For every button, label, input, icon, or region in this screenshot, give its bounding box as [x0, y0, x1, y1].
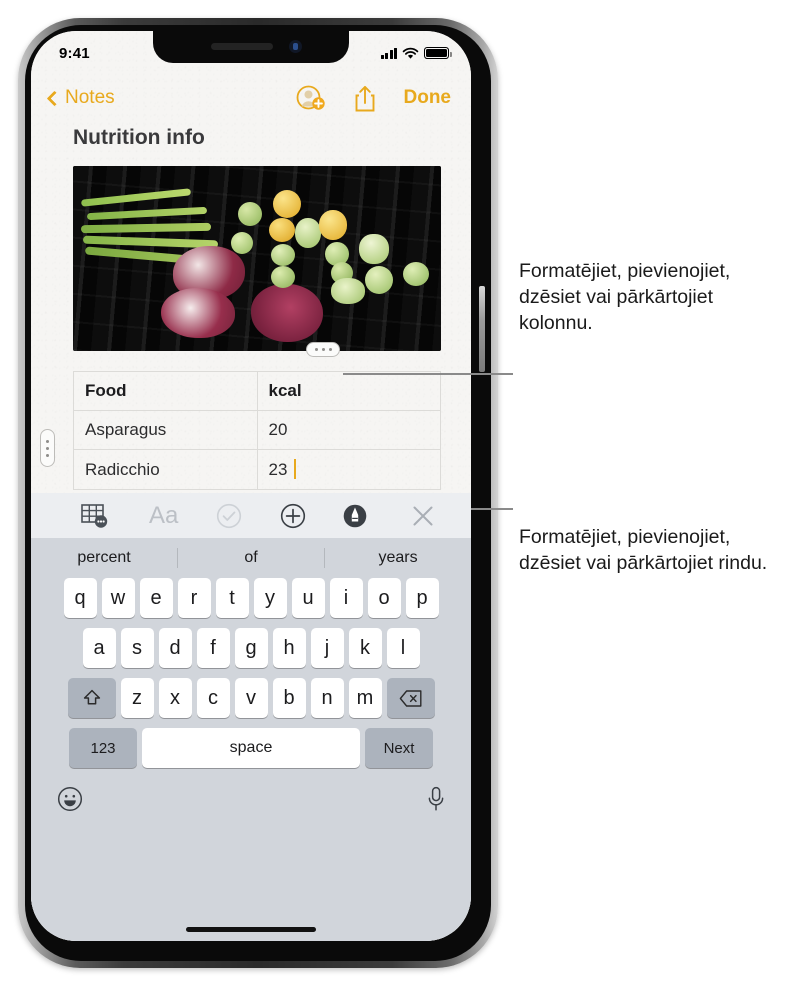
- key-n[interactable]: n: [310, 678, 344, 718]
- key-f[interactable]: f: [196, 628, 230, 668]
- numeric-key[interactable]: 123: [69, 728, 137, 768]
- keyboard-row-4: 123 space Next: [31, 728, 471, 768]
- text-cursor: [294, 459, 297, 479]
- keyboard-row-2: a s d f g h j k l: [31, 628, 471, 668]
- add-person-icon[interactable]: [296, 85, 326, 111]
- keyboard-row-1: q w e r t y u i o p: [31, 578, 471, 618]
- microphone-icon[interactable]: [427, 786, 445, 812]
- key-a[interactable]: a: [82, 628, 116, 668]
- keyboard-row-3: z x c v b n m: [31, 678, 471, 718]
- key-w[interactable]: w: [101, 578, 135, 618]
- table-row[interactable]: Radicchio 23: [73, 449, 441, 490]
- back-label: Notes: [65, 87, 115, 108]
- emoji-smiley-icon[interactable]: [57, 786, 83, 812]
- key-e[interactable]: e: [139, 578, 173, 618]
- key-g[interactable]: g: [234, 628, 268, 668]
- key-o[interactable]: o: [367, 578, 401, 618]
- key-q[interactable]: q: [63, 578, 97, 618]
- front-camera: [289, 40, 302, 53]
- next-key[interactable]: Next: [365, 728, 433, 768]
- back-to-notes-button[interactable]: Notes: [46, 87, 115, 109]
- key-k[interactable]: k: [348, 628, 382, 668]
- text-format-icon[interactable]: Aa: [149, 502, 178, 530]
- row-handle-dots-icon[interactable]: [40, 429, 55, 467]
- markup-pen-icon[interactable]: [342, 503, 368, 529]
- wifi-icon: [402, 47, 419, 59]
- nav-actions: Done: [296, 85, 452, 112]
- cell-value: 23: [268, 460, 288, 479]
- key-m[interactable]: m: [348, 678, 382, 718]
- cell-food-asparagus[interactable]: Asparagus: [73, 410, 258, 450]
- table-header-row: Food kcal: [73, 371, 441, 411]
- key-t[interactable]: t: [215, 578, 249, 618]
- cell-food-radicchio[interactable]: Radicchio: [73, 449, 258, 490]
- callout-row-text: Formatējiet, pievienojiet, dzēsiet vai p…: [519, 526, 768, 574]
- key-v[interactable]: v: [234, 678, 268, 718]
- close-icon[interactable]: [411, 504, 435, 528]
- status-icons: [380, 47, 452, 60]
- key-u[interactable]: u: [291, 578, 325, 618]
- prediction-2[interactable]: of: [178, 549, 324, 567]
- grilled-vegetables-photo[interactable]: [73, 166, 441, 351]
- key-c[interactable]: c: [196, 678, 230, 718]
- key-d[interactable]: d: [158, 628, 192, 668]
- power-button[interactable]: [479, 286, 485, 372]
- share-icon[interactable]: [354, 85, 376, 112]
- checklist-icon[interactable]: [216, 503, 242, 529]
- column-handle-dots-icon[interactable]: [306, 342, 340, 357]
- nutrition-table[interactable]: Food kcal Asparagus 20 Radicchio 23: [73, 371, 441, 490]
- on-screen-keyboard: percent of years q w e r t y u i o p a s…: [31, 538, 471, 941]
- screenshot-root: 9:41 Notes Done Nutrition info Food kcal…: [0, 0, 795, 984]
- shift-arrow-icon[interactable]: [67, 678, 116, 718]
- space-key[interactable]: space: [142, 728, 360, 768]
- key-j[interactable]: j: [310, 628, 344, 668]
- keyboard-bottom-bar: [31, 778, 471, 812]
- home-indicator[interactable]: [186, 927, 316, 932]
- format-toolbar: Aa: [31, 493, 471, 538]
- cellular-signal-icon: [380, 47, 397, 59]
- table-header-food[interactable]: Food: [73, 371, 258, 411]
- key-x[interactable]: x: [158, 678, 192, 718]
- key-s[interactable]: s: [120, 628, 154, 668]
- battery-icon: [424, 47, 452, 59]
- table-row[interactable]: Asparagus 20: [73, 410, 441, 450]
- key-b[interactable]: b: [272, 678, 306, 718]
- phone-screen: 9:41 Notes Done Nutrition info Food kcal…: [31, 31, 471, 941]
- done-button[interactable]: Done: [404, 87, 452, 109]
- key-r[interactable]: r: [177, 578, 211, 618]
- earpiece-speaker: [211, 43, 273, 50]
- status-time: 9:41: [59, 44, 90, 62]
- note-title: Nutrition info: [73, 126, 205, 149]
- key-p[interactable]: p: [405, 578, 439, 618]
- table-header-kcal[interactable]: kcal: [256, 371, 441, 411]
- callout-column-text: Formatējiet, pievienojiet, dzēsiet vai p…: [519, 260, 731, 334]
- add-attachment-icon[interactable]: [280, 503, 306, 529]
- key-i[interactable]: i: [329, 578, 363, 618]
- chevron-left-icon: [46, 90, 63, 106]
- key-l[interactable]: l: [386, 628, 420, 668]
- phone-frame: 9:41 Notes Done Nutrition info Food kcal…: [18, 18, 498, 968]
- prediction-3[interactable]: years: [325, 549, 471, 567]
- cell-kcal-radicchio[interactable]: 23: [256, 449, 441, 490]
- predictive-text-bar: percent of years: [31, 538, 471, 578]
- key-h[interactable]: h: [272, 628, 306, 668]
- backspace-icon[interactable]: [386, 678, 435, 718]
- leader-line-column: [343, 373, 513, 375]
- key-y[interactable]: y: [253, 578, 287, 618]
- cell-kcal-asparagus[interactable]: 20: [256, 410, 441, 450]
- notch: [153, 31, 349, 63]
- navigation-bar: Notes Done: [31, 75, 471, 121]
- prediction-1[interactable]: percent: [31, 549, 177, 567]
- table-icon[interactable]: [81, 503, 109, 529]
- key-z[interactable]: z: [120, 678, 154, 718]
